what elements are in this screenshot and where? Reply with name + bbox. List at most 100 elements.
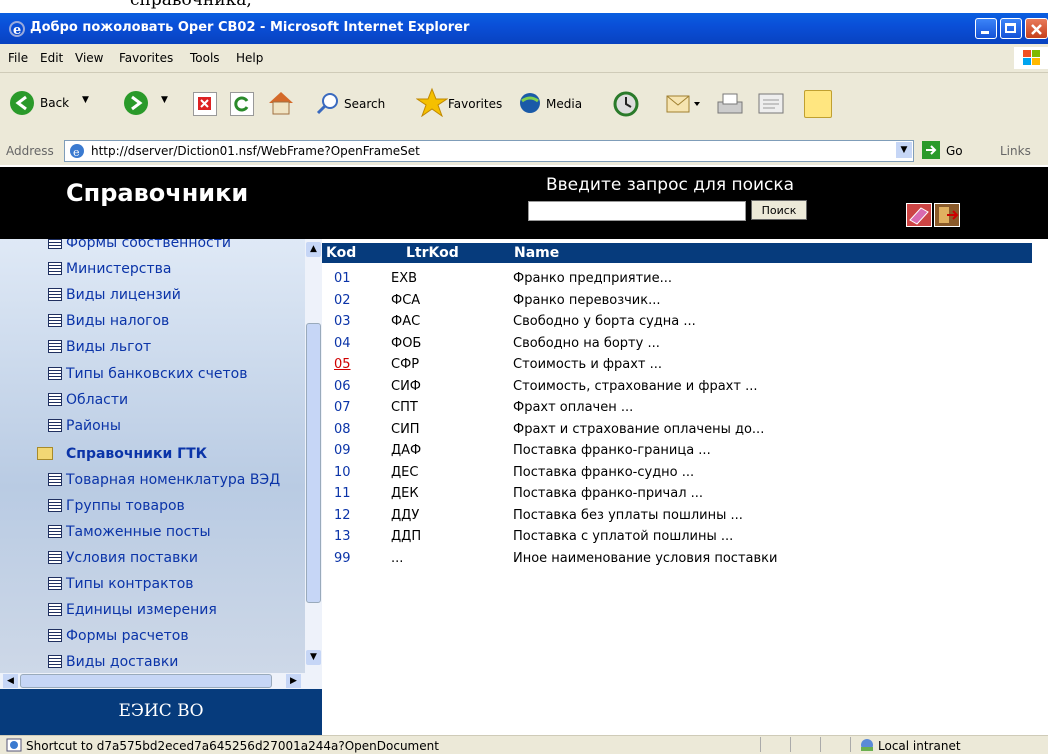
nav-item[interactable]: Министерства [48,261,171,277]
table-row: 12 ДДУ Поставка без уплаты пошлины ... [322,508,1032,530]
left-navigation: Формы собственности Министерства Виды лице… [0,239,305,689]
close-icon [1031,24,1042,35]
row-ltrkod: СПТ [391,400,418,415]
nav-item-label: Формы расчетов [66,628,189,644]
nav-item-label: Типы банковских счетов [66,366,248,382]
maximize-button[interactable] [1000,18,1022,39]
row-kod-link[interactable]: 99 [334,551,351,566]
row-kod-link[interactable]: 08 [334,422,351,437]
nav-horizontal-scrollbar[interactable]: ◀ ▶ [0,673,322,689]
menu-file[interactable]: File [8,51,28,65]
book-icon[interactable] [906,203,932,227]
row-kod-link[interactable]: 04 [334,336,351,351]
nav-item[interactable]: Единицы измерения [48,602,217,618]
row-kod-link[interactable]: 07 [334,400,351,415]
row-kod-link[interactable]: 02 [334,293,351,308]
nav-item[interactable]: Виды лицензий [48,287,181,303]
print-button[interactable] [715,90,745,122]
document-list-icon [48,525,62,538]
scroll-up-icon[interactable]: ▲ [306,242,321,257]
row-kod-link[interactable]: 10 [334,465,351,480]
row-ltrkod: EXB [391,271,418,286]
nav-item-label: Виды доставки [66,654,179,670]
menu-tools[interactable]: Tools [190,51,220,65]
table-row: 01 EXB Франко предприятие... [322,271,1032,293]
nav-vertical-scrollbar[interactable]: ▲ ▼ [305,239,322,673]
scroll-left-icon[interactable]: ◀ [3,674,18,688]
refresh-button[interactable] [230,92,254,116]
row-ltrkod: ДАФ [391,443,422,458]
row-ltrkod: ФАС [391,314,421,329]
row-kod-link[interactable]: 05 [334,357,351,372]
media-button[interactable] [518,91,544,119]
menu-edit[interactable]: Edit [40,51,63,65]
home-icon [269,92,293,115]
scroll-down-icon[interactable]: ▼ [306,650,321,665]
row-kod-link[interactable]: 03 [334,314,351,329]
row-name: Фрахт и страхование оплачены до... [513,421,765,437]
document-list-icon [48,367,62,380]
exit-icon[interactable] [934,203,960,227]
scroll-thumb[interactable] [306,323,321,603]
nav-item[interactable]: Группы товаров [48,498,185,514]
go-button[interactable]: Go [946,144,963,158]
forward-button[interactable] [122,89,150,121]
stop-button[interactable] [193,92,217,116]
column-kod[interactable]: Kod [326,245,356,261]
nav-item[interactable]: Области [48,392,128,408]
row-kod-link[interactable]: 09 [334,443,351,458]
nav-item[interactable]: Таможенные посты [48,524,211,540]
document-list-icon [48,340,62,353]
windows-logo-icon [1014,47,1048,69]
links-button[interactable]: Links [1000,144,1031,158]
nav-item[interactable]: Виды доставки [48,654,179,670]
messenger-button[interactable] [804,90,832,118]
menu-help[interactable]: Help [236,51,263,65]
search-button[interactable] [315,91,341,121]
nav-item[interactable]: Типы банковских счетов [48,366,248,382]
row-kod-link[interactable]: 13 [334,529,351,544]
menu-favorites[interactable]: Favorites [119,51,173,65]
nav-folder-gtk[interactable]: Справочники ГТК [37,446,207,462]
history-button[interactable] [612,90,640,122]
row-ltrkod: СФР [391,357,420,372]
nav-item[interactable]: Районы [48,418,121,434]
document-list-icon [48,314,62,327]
nav-item[interactable]: Виды льгот [48,339,151,355]
home-button[interactable] [266,89,296,121]
media-label[interactable]: Media [546,97,582,111]
row-name: Поставка франко-причал ... [513,486,704,501]
mail-button[interactable] [666,92,702,120]
search-label[interactable]: Search [344,97,385,111]
column-ltrkod[interactable]: LtrKod [406,245,459,261]
scroll-right-icon[interactable]: ▶ [286,674,301,688]
favorites-label[interactable]: Favorites [448,97,502,111]
go-arrow-icon[interactable] [922,141,940,159]
row-name: Свободно на борту ... [513,335,660,351]
address-dropdown-icon[interactable]: ▼ [896,142,912,158]
back-button[interactable]: Back ▼ [8,89,108,119]
address-input[interactable]: e http://dserver/Diction01.nsf/WebFrame?… [64,140,914,162]
menu-view[interactable]: View [75,51,103,65]
row-kod-link[interactable]: 06 [334,379,351,394]
search-submit-button[interactable]: Поиск [751,200,807,220]
nav-item[interactable]: Виды налогов [48,313,169,329]
table-row: 08 СИП Фрахт и страхование оплачены до... [322,422,1032,444]
forward-dropdown-icon[interactable]: ▼ [161,95,168,105]
row-kod-link[interactable]: 11 [334,486,351,501]
nav-item[interactable]: Условия поставки [48,550,198,566]
search-input[interactable] [528,201,746,221]
horizontal-scroll-thumb[interactable] [20,674,272,688]
nav-item[interactable]: Формы расчетов [48,628,189,644]
nav-item[interactable]: Формы собственности [48,239,231,251]
row-kod-link[interactable]: 12 [334,508,351,523]
edit-button[interactable] [757,91,787,121]
nav-item[interactable]: Типы контрактов [48,576,194,592]
row-kod-link[interactable]: 01 [334,271,351,286]
nav-item[interactable]: Товарная номенклатура ВЭД [48,472,280,488]
close-button[interactable] [1025,18,1048,39]
column-name[interactable]: Name [514,245,559,261]
favorites-button[interactable] [415,87,449,121]
minimize-button[interactable] [975,18,997,39]
dropdown-arrow-icon[interactable]: ▼ [82,95,89,105]
